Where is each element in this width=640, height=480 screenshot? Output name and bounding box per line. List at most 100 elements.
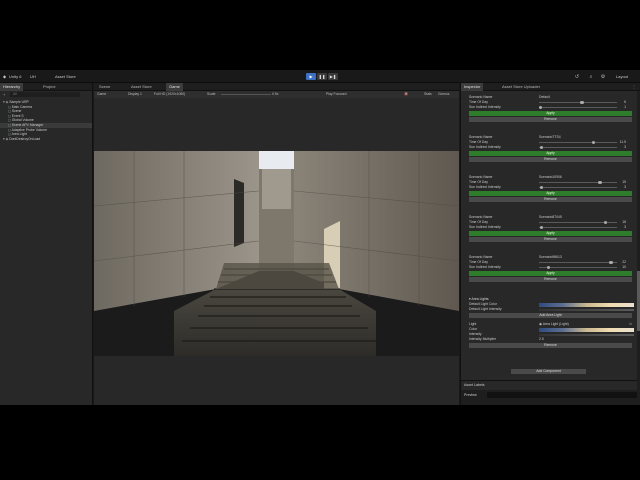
preview-section: Preview	[461, 390, 640, 405]
time-of-day-slider[interactable]	[539, 140, 617, 145]
apply-button[interactable]: Apply	[469, 231, 632, 236]
layout-dropdown[interactable]: Layout	[616, 73, 628, 80]
add-area-light-button[interactable]: Add Area Light	[469, 313, 632, 318]
sun-indirect-value[interactable]: 10	[622, 265, 626, 270]
sun-indirect-value[interactable]: 1	[624, 105, 626, 110]
sun-indirect-row: Sun Indirect Intensity 3	[469, 185, 626, 190]
asset-labels-title: Asset Labels	[464, 383, 485, 387]
intensity-multiplier-field[interactable]: 2.5	[539, 337, 544, 342]
sun-indirect-slider[interactable]	[539, 145, 617, 150]
slider-knob[interactable]	[539, 225, 544, 230]
game-mode-dropdown[interactable]: Game	[97, 91, 106, 98]
time-of-day-slider[interactable]	[539, 100, 617, 105]
hierarchy-item-label: Adaptive Probe Volume	[11, 127, 48, 132]
unity-logo-icon[interactable]: ◆	[3, 73, 6, 80]
scale-slider[interactable]	[221, 94, 271, 95]
time-of-day-slider[interactable]	[539, 220, 617, 225]
hierarchy-search[interactable]: + All	[0, 91, 92, 98]
remove-area-light-button[interactable]: Remove	[469, 343, 632, 348]
slider-knob[interactable]	[546, 265, 551, 270]
tab-asset-store[interactable]: Asset Store	[128, 83, 155, 91]
sun-indirect-row: Sun Indirect Intensity 3	[469, 225, 626, 230]
remove-button[interactable]: Remove	[469, 197, 632, 202]
apply-button[interactable]: Apply	[469, 151, 632, 156]
menu-icon[interactable]: ⋮	[632, 84, 636, 89]
tab-hierarchy[interactable]: Hierarchy	[0, 83, 24, 91]
account-button[interactable]: UH	[30, 73, 36, 80]
sun-indirect-row: Sun Indirect Intensity 3	[469, 145, 626, 150]
top-toolbar: ◆ Unity 6 UH Asset Store ▶ ❚❚ ▶❚ ↺ ⌕ ⚙ L…	[0, 70, 640, 83]
gizmos-button[interactable]: Gizmos	[438, 91, 450, 98]
resolution-dropdown[interactable]: Full HD (1920x1080)	[154, 91, 185, 98]
tab-inspector[interactable]: Inspector	[461, 83, 484, 91]
game-viewport[interactable]	[94, 151, 459, 356]
hierarchy-item-label: Event S	[11, 113, 24, 118]
remove-button[interactable]: Remove	[469, 237, 632, 242]
search-input[interactable]: All	[10, 92, 80, 97]
hierarchy-panel: Hierarchy Project + All ▾ ◈ Sample URP ◻ …	[0, 83, 93, 405]
slider-knob[interactable]	[598, 180, 602, 185]
app-label: Unity 6	[9, 74, 22, 79]
scale-label: Scale	[207, 92, 216, 96]
hierarchy-item-label: Scene	[11, 109, 22, 114]
sun-indirect-slider[interactable]	[539, 265, 617, 270]
sun-indirect-slider[interactable]	[539, 225, 617, 230]
light-color-swatch[interactable]	[539, 327, 634, 332]
stats-button[interactable]: Stats	[424, 91, 432, 98]
settings-icon[interactable]: ⚙	[600, 74, 606, 80]
time-of-day-slider[interactable]	[539, 260, 617, 265]
remove-button[interactable]: Remove	[469, 117, 632, 122]
scale-value: 0.5x	[272, 92, 279, 96]
play-focused-dropdown[interactable]: Play Focused	[326, 91, 347, 98]
tab-scene[interactable]: Scene	[96, 83, 113, 91]
apply-button[interactable]: Apply	[469, 271, 632, 276]
preview-title[interactable]: Preview	[464, 393, 477, 397]
intensity-multiplier-row: Intensity Multiplier 2.5	[469, 337, 544, 342]
slider-knob[interactable]	[591, 140, 596, 145]
sun-indirect-slider[interactable]	[538, 105, 617, 110]
history-icon[interactable]: ↺	[574, 74, 580, 80]
tab-game[interactable]: Game	[166, 83, 183, 91]
search-icon[interactable]: ⌕	[588, 74, 594, 80]
add-icon[interactable]: +	[3, 92, 5, 97]
slider-knob[interactable]	[539, 145, 544, 150]
sun-indirect-slider[interactable]	[539, 185, 617, 190]
preview-area	[487, 392, 637, 398]
hierarchy-item-label: Sample URP	[9, 100, 29, 104]
play-button[interactable]: ▶	[306, 73, 316, 80]
game-panel: Scene Asset Store Game Game Display 1 Fu…	[94, 83, 459, 405]
asset-labels-section: Asset Labels	[461, 380, 640, 389]
intensity-curve[interactable]	[539, 333, 634, 336]
slider-knob[interactable]	[580, 100, 584, 105]
mute-icon[interactable]: 🔇	[404, 91, 408, 98]
hierarchy-item[interactable]: ▾ ◈ DontDestroyOnLoad	[0, 137, 92, 142]
sun-indirect-value[interactable]: 3	[624, 225, 626, 230]
staircase-render	[94, 151, 459, 356]
apply-button[interactable]: Apply	[469, 111, 632, 116]
display-dropdown[interactable]: Display 1	[128, 91, 142, 98]
slider-knob[interactable]	[538, 105, 543, 110]
tab-project[interactable]: Project	[40, 83, 58, 91]
hierarchy-item-label: Area Light	[11, 132, 28, 137]
hierarchy-item-label: DontDestroyOnLoad	[9, 136, 41, 141]
sun-indirect-value[interactable]: 3	[624, 185, 626, 190]
apply-button[interactable]: Apply	[469, 191, 632, 196]
hierarchy-item-label: Scene APV Manager	[11, 123, 44, 127]
time-of-day-slider[interactable]	[539, 180, 617, 185]
tab-asset-store-uploader[interactable]: Asset Store Uploader	[499, 83, 543, 91]
pause-button[interactable]: ❚❚	[317, 73, 327, 80]
hierarchy-item-label: Main Camera	[11, 104, 33, 109]
sun-indirect-value[interactable]: 3	[624, 145, 626, 150]
add-component-button[interactable]: Add Component	[511, 369, 586, 374]
slider-knob[interactable]	[603, 220, 608, 225]
step-button[interactable]: ▶❚	[328, 73, 338, 80]
remove-button[interactable]: Remove	[469, 157, 632, 162]
remove-button[interactable]: Remove	[469, 277, 632, 282]
sun-indirect-row: Sun Indirect Intensity 10	[469, 265, 626, 270]
default-intensity-curve[interactable]	[539, 308, 634, 311]
slider-knob[interactable]	[539, 185, 544, 190]
game-toolbar: Game Display 1 Full HD (1920x1080) Scale…	[94, 91, 459, 98]
asset-store-button[interactable]: Asset Store	[55, 73, 76, 80]
slider-knob[interactable]	[608, 260, 613, 265]
default-color-swatch[interactable]	[539, 302, 634, 307]
